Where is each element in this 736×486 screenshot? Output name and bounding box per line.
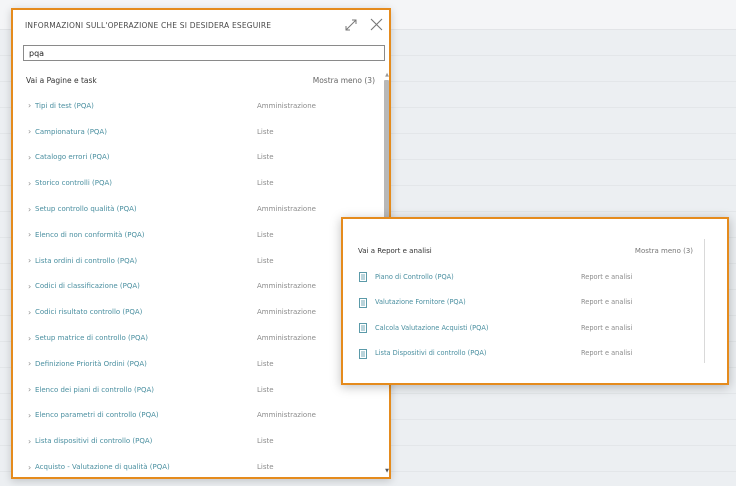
report-name: Calcola Valutazione Acquisti (PQA) — [375, 323, 489, 332]
result-category: Liste — [257, 179, 274, 188]
scroll-up-icon[interactable]: ▲ — [384, 72, 390, 78]
report-row[interactable]: Calcola Valutazione Acquisti (PQA) Report… — [343, 315, 703, 341]
result-category: Liste — [257, 127, 274, 136]
result-category: Amministrazione — [257, 205, 316, 214]
chevron-right-icon: › — [28, 256, 32, 266]
chevron-right-icon: › — [28, 359, 32, 369]
result-row[interactable]: › Elenco parametri di controllo (PQA) Ammi… — [13, 403, 383, 429]
expand-icon[interactable] — [344, 18, 358, 32]
result-name: Tipi di test (PQA) — [35, 101, 94, 110]
chevron-right-icon: › — [28, 178, 32, 188]
result-row[interactable]: › Catalogo errori (PQA) Liste — [13, 145, 383, 171]
report-row[interactable]: Valutazione Fornitore (PQA) Report e anal… — [343, 290, 703, 316]
reports-show-less-link[interactable]: Mostra meno (3) — [603, 247, 693, 255]
dialog-title: INFORMAZIONI SULL'OPERAZIONE CHE SI DESI… — [25, 21, 272, 30]
result-row[interactable]: › Campionatura (PQA) Liste — [13, 119, 383, 145]
chevron-right-icon: › — [28, 333, 32, 343]
chevron-right-icon: › — [28, 410, 32, 420]
chevron-right-icon: › — [28, 152, 32, 162]
result-row[interactable]: › Elenco dei piani di controllo (PQA) List… — [13, 377, 383, 403]
result-name: Campionatura (PQA) — [35, 127, 107, 136]
chevron-right-icon: › — [28, 204, 32, 214]
reports-panel: Vai a Report e analisi Mostra meno (3) P… — [341, 217, 729, 385]
report-name: Piano di Controllo (PQA) — [375, 272, 454, 281]
search-dialog: INFORMAZIONI SULL'OPERAZIONE CHE SI DESI… — [11, 8, 391, 479]
result-name: Storico controlli (PQA) — [35, 179, 113, 188]
show-less-link[interactable]: Mostra meno (3) — [283, 76, 375, 85]
report-category: Report e analisi — [581, 323, 633, 332]
report-name: Lista Dispositivi di controllo (PQA) — [375, 349, 487, 358]
result-name: Lista dispositivi di controllo (PQA) — [35, 437, 153, 446]
result-name: Codici risultato controllo (PQA) — [35, 308, 143, 317]
result-category: Amministrazione — [257, 334, 316, 343]
pages-section-title: Vai a Pagine e task — [26, 76, 97, 85]
result-row[interactable]: › Setup matrice di controllo (PQA) Amminis… — [13, 325, 383, 351]
chevron-right-icon: › — [28, 462, 32, 472]
chevron-right-icon: › — [28, 436, 32, 446]
document-icon — [343, 344, 375, 363]
document-icon — [343, 267, 375, 286]
result-row[interactable]: › Lista dispositivi di controllo (PQA) Lis… — [13, 428, 383, 454]
result-category: Amministrazione — [257, 308, 316, 317]
results-list: › Tipi di test (PQA) Amministrazione › Campi… — [13, 93, 383, 480]
document-icon — [343, 318, 375, 337]
reports-list: Piano di Controllo (PQA) Report e analisi… — [343, 264, 703, 366]
result-category: Liste — [257, 437, 274, 446]
chevron-right-icon: › — [28, 101, 32, 111]
result-name: Definizione Priorità Ordini (PQA) — [35, 359, 147, 368]
scrollbar-thumb[interactable] — [384, 80, 389, 230]
document-icon — [343, 293, 375, 312]
result-category: Amministrazione — [257, 411, 316, 420]
result-category: Liste — [257, 359, 274, 368]
result-row[interactable]: › Codici di classificazione (PQA) Amminist… — [13, 274, 383, 300]
report-category: Report e analisi — [581, 298, 633, 307]
result-name: Catalogo errori (PQA) — [35, 153, 110, 162]
reports-section-title: Vai a Report e analisi — [358, 247, 432, 255]
result-row[interactable]: › Definizione Priorità Ordini (PQA) Liste — [13, 351, 383, 377]
result-name: Setup controllo qualità (PQA) — [35, 205, 137, 214]
report-category: Report e analisi — [581, 349, 633, 358]
report-name: Valutazione Fornitore (PQA) — [375, 298, 466, 307]
result-name: Codici di classificazione (PQA) — [35, 282, 140, 291]
result-name: Setup matrice di controllo (PQA) — [35, 334, 148, 343]
report-row[interactable]: Lista Dispositivi di controllo (PQA) Repo… — [343, 341, 703, 367]
result-category: Liste — [257, 385, 274, 394]
chevron-right-icon: › — [28, 307, 32, 317]
result-row[interactable]: › Elenco di non conformità (PQA) Liste — [13, 222, 383, 248]
result-name: Elenco parametri di controllo (PQA) — [35, 411, 159, 420]
chevron-right-icon: › — [28, 127, 32, 137]
result-category: Liste — [257, 153, 274, 162]
report-category: Report e analisi — [581, 272, 633, 281]
result-row[interactable]: › Setup controllo qualità (PQA) Amministra… — [13, 196, 383, 222]
result-row[interactable]: › Storico controlli (PQA) Liste — [13, 170, 383, 196]
result-category: Liste — [257, 256, 274, 265]
result-category: Liste — [257, 230, 274, 239]
reports-divider — [704, 239, 705, 363]
result-row[interactable]: › Codici risultato controllo (PQA) Amminis… — [13, 299, 383, 325]
result-name: Lista ordini di controllo (PQA) — [35, 256, 138, 265]
chevron-right-icon: › — [28, 385, 32, 395]
close-icon[interactable] — [369, 17, 384, 32]
result-category: Amministrazione — [257, 101, 316, 110]
chevron-right-icon: › — [28, 281, 32, 291]
result-name: Elenco dei piani di controllo (PQA) — [35, 385, 154, 394]
chevron-right-icon: › — [28, 230, 32, 240]
result-name: Elenco di non conformità (PQA) — [35, 230, 145, 239]
scroll-down-icon[interactable]: ▼ — [384, 468, 390, 474]
result-category: Liste — [257, 463, 274, 472]
result-row[interactable]: › Acquisto - Valutazione di qualità (PQA)… — [13, 454, 383, 480]
result-name: Acquisto - Valutazione di qualità (PQA) — [35, 463, 170, 472]
result-category: Amministrazione — [257, 282, 316, 291]
result-row[interactable]: › Lista ordini di controllo (PQA) Liste — [13, 248, 383, 274]
report-row[interactable]: Piano di Controllo (PQA) Report e analisi — [343, 264, 703, 290]
result-row[interactable]: › Tipi di test (PQA) Amministrazione — [13, 93, 383, 119]
search-input[interactable] — [23, 45, 385, 61]
